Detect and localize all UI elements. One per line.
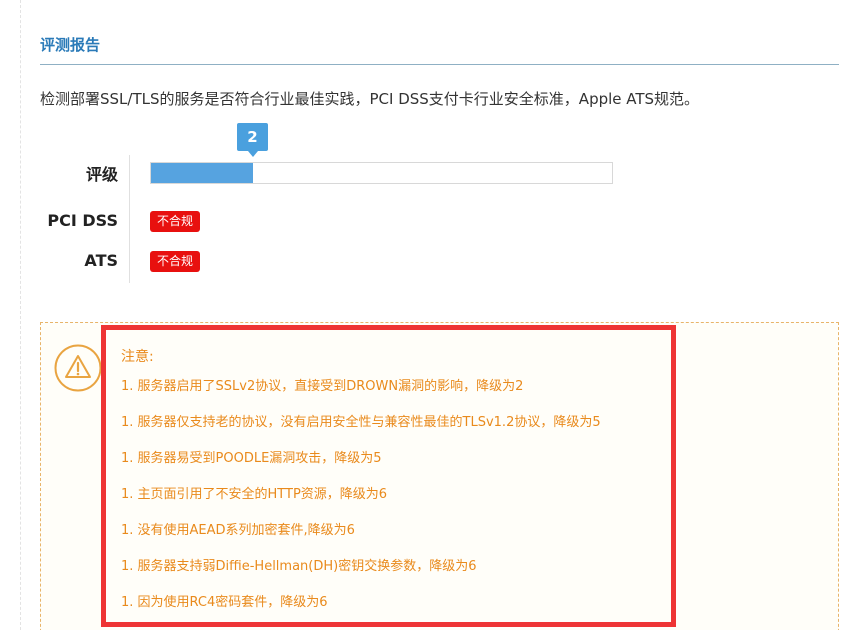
- warning-triangle-icon: [54, 344, 102, 392]
- title-divider: [40, 64, 839, 65]
- ats-label: ATS: [84, 251, 118, 270]
- highlight-frame: [101, 325, 676, 627]
- report-description: 检测部署SSL/TLS的服务是否符合行业最佳实践，PCI DSS支付卡行业安全标…: [40, 90, 700, 108]
- report-page: 评测报告 检测部署SSL/TLS的服务是否符合行业最佳实践，PCI DSS支付卡…: [0, 0, 843, 630]
- pci-dss-status-badge: 不合规: [150, 211, 201, 232]
- pci-dss-label: PCI DSS: [47, 211, 118, 230]
- grade-marker: 2: [237, 123, 268, 157]
- rating-label: 评级: [85, 165, 118, 184]
- label-divider: [129, 155, 130, 283]
- rating-bar-fill: [151, 163, 253, 183]
- section-title: 评测报告: [40, 36, 101, 54]
- left-border: [20, 0, 21, 630]
- ats-status-badge: 不合规: [150, 251, 201, 272]
- rating-bar: [150, 162, 613, 184]
